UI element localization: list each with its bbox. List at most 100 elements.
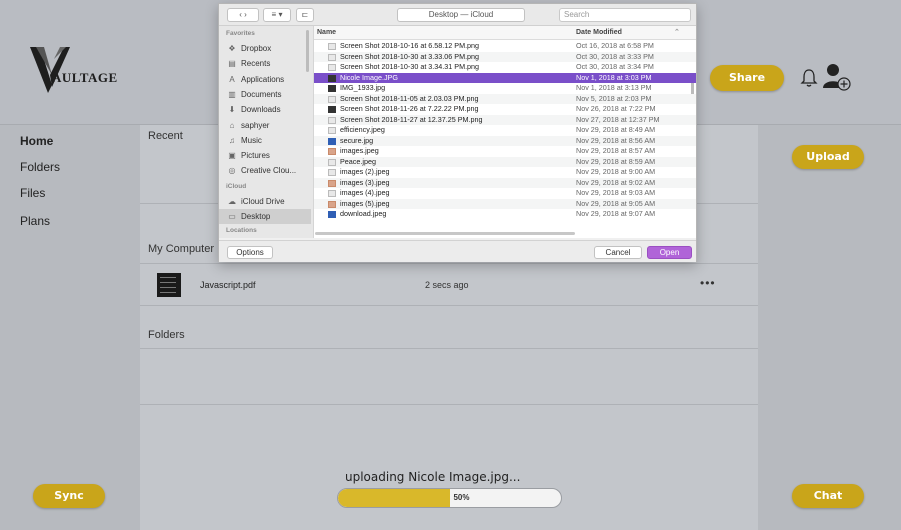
file-list-date: Nov 29, 2018 at 9:07 AM — [576, 209, 656, 218]
file-list-name: images (5).jpeg — [340, 198, 390, 208]
sync-button[interactable]: Sync — [33, 484, 105, 508]
file-list-date: Nov 27, 2018 at 12:37 PM — [576, 114, 660, 124]
file-list-name: download.jpeg — [340, 209, 387, 218]
search-input[interactable]: Search — [559, 8, 691, 22]
file-icon — [328, 211, 336, 218]
file-icon — [328, 200, 336, 208]
list-header: Name Date Modified ⌃ — [314, 26, 696, 40]
sidebar-item-label: Recents — [241, 59, 271, 69]
upload-progress-bar: 50% — [337, 488, 562, 508]
sidebar-item-label: Music — [241, 135, 262, 145]
file-list-row[interactable]: Screen Shot 2018-10-30 at 3.34.31 PM.png… — [314, 62, 696, 73]
file-list-row[interactable]: efficiency.jpeg Nov 29, 2018 at 8:49 AM — [314, 125, 696, 136]
sidebar-item-dropbox[interactable]: ❖ Dropbox — [219, 41, 311, 56]
file-icon — [328, 179, 336, 187]
file-list-row[interactable]: Screen Shot 2018-11-27 at 12.37.25 PM.pn… — [314, 114, 696, 125]
nav-home[interactable]: Home — [20, 134, 53, 148]
folders-heading: Folders — [148, 329, 185, 341]
sidebar-item-pictures[interactable]: ▣ Pictures — [219, 148, 311, 163]
horizontal-scrollbar[interactable] — [315, 232, 575, 235]
cancel-button[interactable]: Cancel — [594, 246, 642, 259]
sidebar-item-documents[interactable]: ▥ Documents — [219, 87, 311, 102]
file-list-row[interactable]: images (3).jpeg Nov 29, 2018 at 9:02 AM — [314, 177, 696, 188]
file-list-row[interactable]: images (4).jpeg Nov 29, 2018 at 9:03 AM — [314, 188, 696, 199]
file-list-name: images (2).jpeg — [340, 167, 390, 176]
upload-status-text: uploading Nicole Image.jpg... — [345, 470, 521, 484]
file-name: Javascript.pdf — [200, 280, 256, 290]
sidebar-item-downloads[interactable]: ⬇ Downloads — [219, 102, 311, 117]
dialog-toolbar: ‹ › ≡ ▾ ⊏ Desktop — iCloud Search — [219, 4, 696, 26]
locations-heading: Locations — [226, 227, 257, 235]
file-list-row[interactable]: Screen Shot 2018-11-26 at 7.22.22 PM.png… — [314, 104, 696, 115]
file-list-name: Screen Shot 2018-11-26 at 7.22.22 PM.png — [340, 104, 479, 113]
sort-chevron-icon[interactable]: ⌃ — [674, 28, 680, 36]
name-column-header[interactable]: Name — [317, 29, 336, 36]
back-forward-buttons[interactable]: ‹ › — [227, 8, 259, 22]
file-list-row[interactable]: download.jpeg Nov 29, 2018 at 9:07 AM — [314, 209, 696, 220]
sidebar-item-label: Creative Clou... — [241, 166, 297, 176]
file-icon — [328, 53, 336, 61]
file-list-date: Nov 29, 2018 at 8:59 AM — [576, 156, 656, 166]
sidebar-item-desktop[interactable]: ▭ Desktop — [219, 209, 311, 224]
file-list-row[interactable]: Screen Shot 2018-11-05 at 2.03.03 PM.png… — [314, 93, 696, 104]
file-icon — [328, 116, 336, 124]
recent-file-row[interactable]: Javascript.pdf 2 secs ago ••• — [140, 266, 758, 304]
view-options-button[interactable]: ≡ ▾ — [263, 8, 291, 22]
file-list-row[interactable]: Screen Shot 2018-10-30 at 3.33.06 PM.png… — [314, 51, 696, 62]
open-button[interactable]: Open — [647, 246, 692, 259]
sidebar-item-recents[interactable]: ▤ Recents — [219, 56, 311, 71]
file-icon — [328, 74, 336, 82]
sidebar-item-applications[interactable]: A Applications — [219, 72, 311, 87]
nav-files[interactable]: Files — [20, 186, 45, 200]
file-list-date: Nov 29, 2018 at 9:02 AM — [576, 177, 656, 187]
file-list-date: Nov 1, 2018 at 3:13 PM — [576, 83, 652, 92]
file-icon — [328, 137, 336, 145]
file-thumbnail — [157, 273, 181, 297]
file-list-name: IMG_1933.jpg — [340, 83, 386, 92]
sidebar-item-label: Dropbox — [241, 44, 272, 53]
recents-icon: ▤ — [228, 59, 236, 69]
divider — [140, 404, 758, 405]
add-user-icon[interactable] — [822, 62, 852, 92]
location-dropdown[interactable]: Desktop — iCloud — [397, 8, 525, 22]
file-open-dialog: ‹ › ≡ ▾ ⊏ Desktop — iCloud Search Favori… — [218, 3, 697, 262]
dialog-sidebar: Favorites ❖ Dropbox ▤ Recents A Applications ▥ D… — [219, 26, 313, 238]
vaultage-logo[interactable]: AULTAGE — [30, 45, 122, 95]
file-list-row[interactable]: images (5).jpeg Nov 29, 2018 at 9:05 AM — [314, 198, 696, 209]
sidebar-item-creative-clou[interactable]: ◎ Creative Clou... — [219, 163, 311, 178]
nav-folders[interactable]: Folders — [20, 160, 60, 174]
progress-label: 50% — [453, 493, 470, 502]
file-list-row[interactable]: Nicole Image.JPG Nov 1, 2018 at 3:03 PM — [314, 72, 696, 83]
bell-icon[interactable] — [800, 68, 818, 88]
file-list-row[interactable]: IMG_1933.jpg Nov 1, 2018 at 3:13 PM — [314, 83, 696, 94]
file-list-name: Screen Shot 2018-10-30 at 3.33.06 PM.png — [340, 51, 480, 61]
file-list-name: secure.jpg — [340, 135, 374, 145]
nav-plans[interactable]: Plans — [20, 214, 50, 228]
file-list-date: Nov 5, 2018 at 2:03 PM — [576, 93, 652, 103]
file-list-name: images (4).jpeg — [340, 188, 390, 197]
file-list-date: Nov 29, 2018 at 8:49 AM — [576, 125, 656, 134]
new-folder-icon[interactable]: ⊏ — [296, 8, 314, 22]
sidebar-item-music[interactable]: ♫ Music — [219, 133, 311, 148]
sidebar-item-icloud-drive[interactable]: ☁ iCloud Drive — [219, 194, 311, 209]
file-list-row[interactable]: secure.jpg Nov 29, 2018 at 8:56 AM — [314, 135, 696, 146]
file-list-date: Nov 29, 2018 at 9:00 AM — [576, 167, 656, 176]
chat-button[interactable]: Chat — [792, 484, 864, 508]
sidebar-item-label: Pictures — [241, 151, 270, 161]
share-button[interactable]: Share — [710, 65, 784, 91]
date-column-header[interactable]: Date Modified — [576, 29, 622, 36]
sidebar-item-saphyer[interactable]: ⌂ saphyer — [219, 118, 311, 133]
file-list-row[interactable]: Screen Shot 2018-10-16 at 6.58.12 PM.png… — [314, 41, 696, 52]
file-list-name: efficiency.jpeg — [340, 125, 385, 134]
location-label: Desktop — iCloud — [428, 10, 494, 19]
file-list-row[interactable]: images.jpeg Nov 29, 2018 at 8:57 AM — [314, 146, 696, 157]
file-list-date: Oct 30, 2018 at 3:34 PM — [576, 62, 654, 71]
upload-button[interactable]: Upload — [792, 145, 864, 169]
options-button[interactable]: Options — [227, 246, 273, 259]
file-list-row[interactable]: images (2).jpeg Nov 29, 2018 at 9:00 AM — [314, 167, 696, 178]
documents-icon: ▥ — [228, 89, 236, 99]
file-icon — [328, 158, 336, 166]
file-list-date: Nov 29, 2018 at 9:05 AM — [576, 198, 656, 208]
file-list-row[interactable]: Peace.jpeg Nov 29, 2018 at 8:59 AM — [314, 156, 696, 167]
more-options-icon[interactable]: ••• — [700, 276, 716, 290]
